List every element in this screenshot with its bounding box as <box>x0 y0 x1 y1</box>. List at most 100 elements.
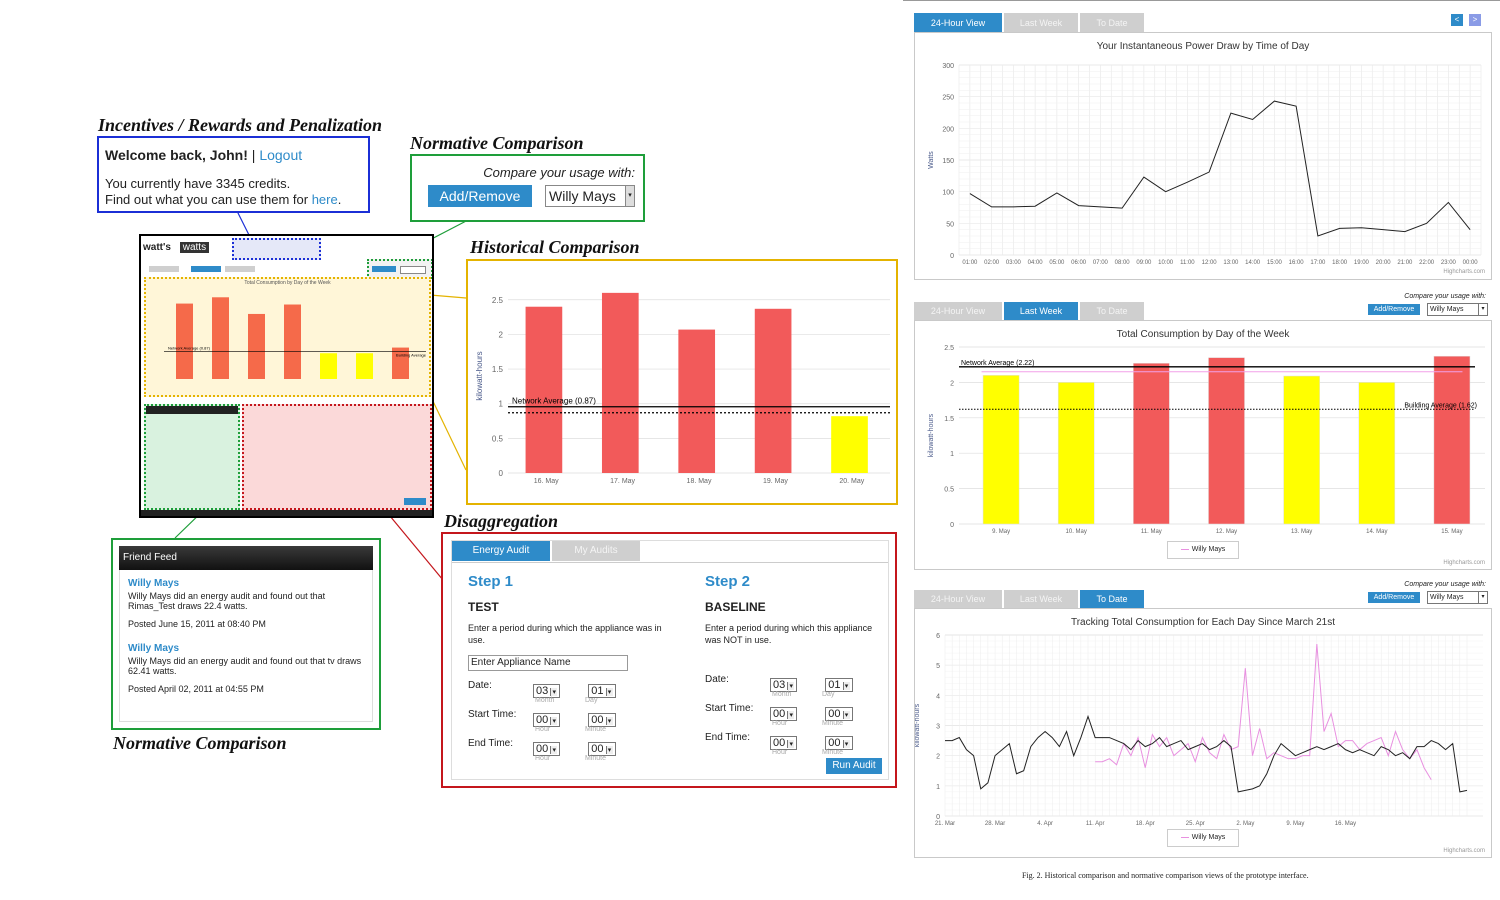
y-tick-label: 250 <box>942 95 954 102</box>
find-out-text: Find out what you can use them for <box>105 192 309 207</box>
feed-user-link[interactable]: Willy Mays <box>128 643 364 654</box>
step2-end-hour-value: 00 <box>773 737 786 749</box>
bar <box>831 416 868 473</box>
x-tick-label: 23:00 <box>1441 260 1457 266</box>
compare-select-2[interactable]: Willy Mays ▾ <box>1427 303 1488 316</box>
find-out-period: . <box>337 192 342 207</box>
feed-user-link[interactable]: Willy Mays <box>128 578 364 589</box>
tab-energy-audit[interactable]: Energy Audit <box>452 541 550 561</box>
feed-text: Willy Mays did an energy audit and found… <box>128 656 362 676</box>
step1-end-hour[interactable]: 00 ▾ <box>533 742 561 756</box>
tab-24h-view-2[interactable]: 24-Hour View <box>914 302 1002 320</box>
instant-credit: Highcharts.com <box>1443 269 1485 275</box>
bar <box>525 306 563 473</box>
x-tick-label: 19:00 <box>1354 260 1370 266</box>
compare-select-3-value: Willy Mays <box>1430 594 1464 601</box>
add-remove-button-2[interactable]: Add/Remove <box>1368 304 1420 315</box>
weekly-legend[interactable]: Willy Mays <box>1167 541 1239 559</box>
here-link[interactable]: here <box>312 192 338 207</box>
y-tick-label: 3 <box>936 724 940 731</box>
todate-legend[interactable]: Willy Mays <box>1167 829 1239 847</box>
x-tick-label: 25. Apr <box>1186 821 1205 827</box>
chevron-down-icon: ▾ <box>787 682 795 690</box>
step2-month-value: 03 <box>773 679 786 691</box>
next-button[interactable]: > <box>1469 14 1481 26</box>
step2-day-select[interactable]: 01 ▾ <box>825 678 853 692</box>
step2-month-select[interactable]: 03 ▾ <box>770 678 798 692</box>
x-tick-label: 11. May <box>1141 529 1162 535</box>
chevron-down-icon: ▾ <box>605 717 613 725</box>
mini-bar-chart: Network Average (0.87) Building Average <box>164 297 427 379</box>
compare-select-2-value: Willy Mays <box>1430 306 1464 313</box>
y-tick-label: 2 <box>499 330 504 339</box>
step2-day-sub: Day <box>822 691 835 698</box>
historical-inset: 0 0.5 1 1.5 2 2.5 kilowatt-hours 16. May 17. May… <box>466 259 898 505</box>
step1-end-minute[interactable]: 00 ▾ <box>588 742 616 756</box>
add-remove-button[interactable]: Add/Remove <box>428 185 532 207</box>
y-tick-label: 5 <box>936 663 940 670</box>
tab-last-week-2[interactable]: Last Week <box>1004 302 1078 320</box>
appliance-name-input[interactable]: Enter Appliance Name <box>468 655 628 671</box>
x-tick-label: 18. Apr <box>1136 821 1155 827</box>
step2-start-hour[interactable]: 00 ▾ <box>770 707 798 721</box>
mini-tab-todate[interactable] <box>225 266 255 272</box>
x-tick-label: 4. Apr <box>1037 821 1053 827</box>
step2-start-minute-value: 00 <box>828 708 841 720</box>
compare-prompt-3: Compare your usage with: <box>1404 581 1486 588</box>
tab-24h-view-1[interactable]: 24-Hour View <box>914 13 1002 33</box>
add-remove-button-3[interactable]: Add/Remove <box>1368 592 1420 603</box>
x-tick-label: 14. May <box>1366 529 1387 535</box>
compare-user-select[interactable]: Willy Mays ▾ <box>545 185 635 207</box>
todate-credit: Highcharts.com <box>1443 848 1485 854</box>
bar <box>1283 375 1320 525</box>
step2-start-minute[interactable]: 00 ▾ <box>825 707 853 721</box>
mini-bar <box>248 313 265 379</box>
x-tick-label: 22:00 <box>1419 260 1435 266</box>
mini-tab-week[interactable] <box>191 266 221 272</box>
mini-tab-24h[interactable] <box>149 266 179 272</box>
step1-start-hour[interactable]: 00 ▾ <box>533 713 561 727</box>
chevron-down-icon: ▾ <box>1478 304 1487 315</box>
y-tick-label: 0 <box>950 522 954 529</box>
tab-to-date-3[interactable]: To Date <box>1080 590 1144 608</box>
mini-run-audit[interactable] <box>404 498 426 505</box>
credits-text: You currently have 3345 credits. <box>105 176 291 191</box>
mini-logo: watt's watts <box>143 242 210 253</box>
todate-legend-label: Willy Mays <box>1191 834 1226 841</box>
network-average-label: Network Average (0.87) <box>512 397 596 406</box>
step1-day-select[interactable]: 01 ▾ <box>588 684 616 698</box>
tab-my-audits[interactable]: My Audits <box>552 541 640 561</box>
step1-start-minute[interactable]: 00 ▾ <box>588 713 616 727</box>
building-average-label: Building Average (1.62) <box>1404 402 1477 409</box>
x-tick-label: 11. Apr <box>1086 821 1105 827</box>
weekly-chart: 0 0.5 1 1.5 2 2.5 kilowatt-hours 9. May 10. May 1… <box>928 345 1485 535</box>
step2-day-value: 01 <box>828 679 841 691</box>
logout-link[interactable]: Logout <box>259 147 302 163</box>
x-tick-label: 04:00 <box>1028 260 1044 266</box>
tab-24h-view-3[interactable]: 24-Hour View <box>914 590 1002 608</box>
step1-day-value: 01 <box>591 685 604 697</box>
feed-title: Friend Feed <box>119 546 373 570</box>
step2-end-minute[interactable]: 00 ▾ <box>825 736 853 750</box>
step2-end-minute-sub: Minute <box>822 749 844 756</box>
mini-audit <box>242 404 432 510</box>
chevron-down-icon: ▾ <box>842 740 850 748</box>
chevron-down-icon: ▾ <box>550 717 558 725</box>
x-tick-label: 01:00 <box>962 260 978 266</box>
run-audit-button[interactable]: Run Audit <box>826 758 882 774</box>
y-tick-label: 150 <box>942 158 954 165</box>
step2-end-hour[interactable]: 00 ▾ <box>770 736 798 750</box>
chevron-down-icon: ▾ <box>1478 592 1487 603</box>
tab-last-week-3[interactable]: Last Week <box>1004 590 1078 608</box>
y-axis-label: kilowatt-hours <box>475 351 484 400</box>
compare-select-3[interactable]: Willy Mays ▾ <box>1427 591 1488 604</box>
tab-to-date-2[interactable]: To Date <box>1080 302 1144 320</box>
tab-to-date-1[interactable]: To Date <box>1080 13 1144 33</box>
x-tick-label: 17:00 <box>1310 260 1326 266</box>
step2-desc: Enter a period during which this applian… <box>705 623 873 645</box>
weekly-credit: Highcharts.com <box>1443 560 1485 566</box>
prev-button[interactable]: < <box>1451 14 1463 26</box>
step1-month-select[interactable]: 03 ▾ <box>533 684 561 698</box>
tab-last-week-1[interactable]: Last Week <box>1004 13 1078 33</box>
x-tick-label: 19. May <box>763 478 788 485</box>
